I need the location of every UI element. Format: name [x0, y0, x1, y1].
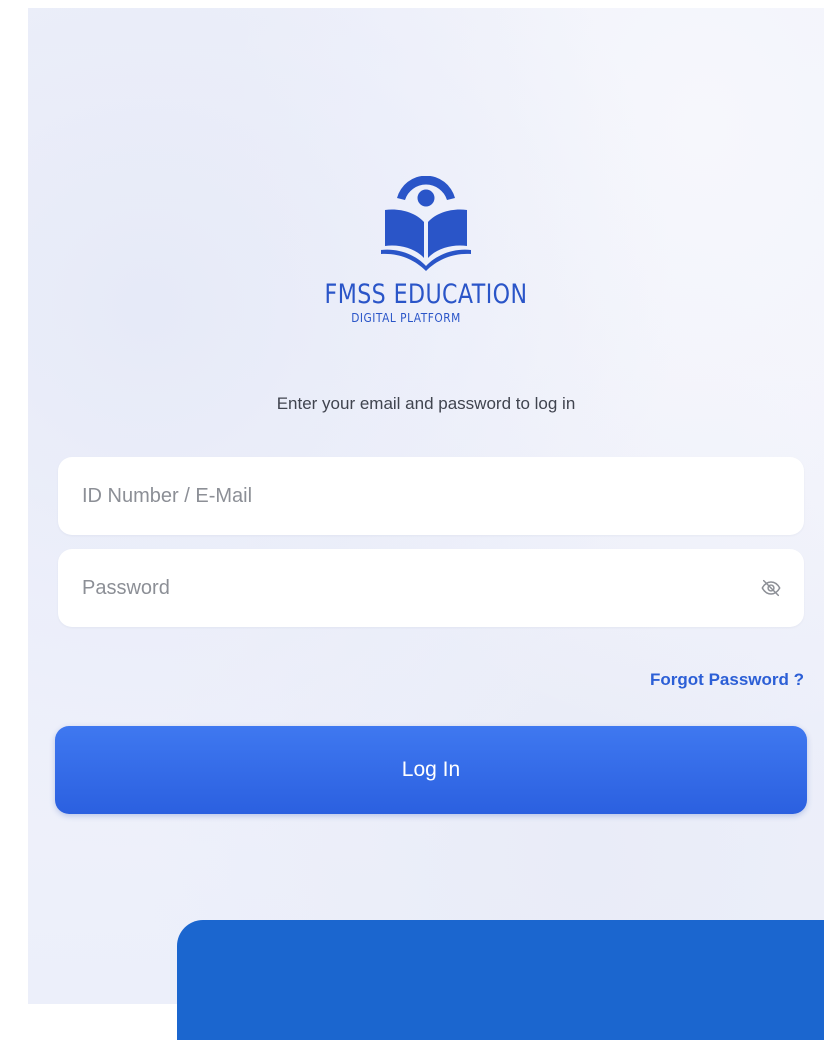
login-screen: FMSS EDUCATION DIGITAL PLATFORM Enter yo… [28, 8, 824, 1004]
email-field-container [58, 457, 804, 535]
password-field-container [58, 549, 804, 627]
bottom-panel [177, 920, 824, 1040]
reader-book-icon [381, 176, 471, 271]
eye-off-icon[interactable] [760, 577, 782, 599]
login-button[interactable]: Log In [55, 726, 807, 814]
brand-logo: FMSS EDUCATION DIGITAL PLATFORM [28, 176, 824, 326]
login-instructions: Enter your email and password to log in [276, 394, 576, 413]
password-input[interactable] [58, 549, 804, 627]
brand-subtitle: DIGITAL PLATFORM [351, 310, 461, 325]
forgot-password-link[interactable]: Forgot Password ? [650, 670, 804, 690]
email-input[interactable] [58, 457, 804, 535]
brand-title: FMSS EDUCATION [324, 279, 528, 310]
